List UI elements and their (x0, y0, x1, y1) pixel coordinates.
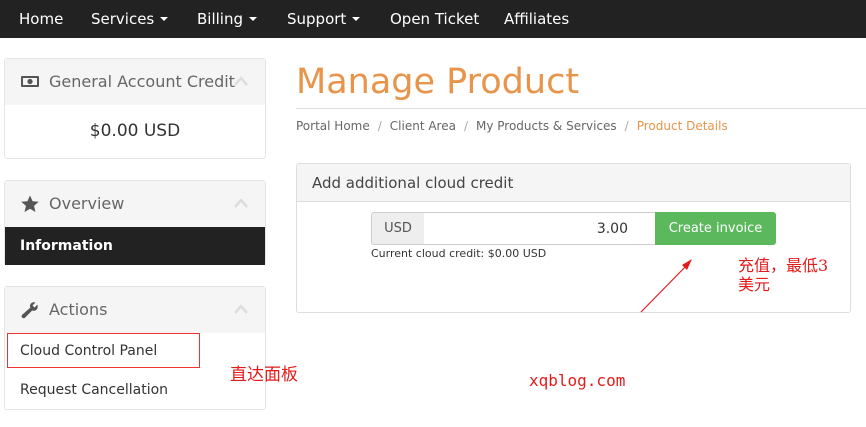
credit-amount: $0.00 USD (89, 121, 181, 141)
actions-panel-title: Actions (49, 300, 108, 319)
sidebar-item-information[interactable]: Information (5, 227, 265, 265)
top-navbar: Home Services Billing Support Open Ticke… (0, 0, 866, 38)
nav-affiliates[interactable]: Affiliates (504, 0, 569, 38)
annotation-arrow-icon (640, 259, 692, 313)
chevron-up-icon[interactable] (233, 75, 249, 87)
current-credit-text: Current cloud credit: $0.00 USD (371, 247, 547, 260)
actions-panel-header[interactable]: Actions (5, 287, 265, 333)
card-title: Add additional cloud credit (297, 164, 850, 202)
overview-panel-header[interactable]: Overview (5, 181, 265, 227)
annotation-topup-note: 充值，最低3 美元 (738, 256, 828, 294)
sidebar-item-request-cancellation[interactable]: Request Cancellation (20, 382, 168, 398)
page-title: Manage Product (296, 62, 580, 102)
title-divider (296, 108, 866, 109)
overview-panel: Overview Information (4, 180, 266, 265)
breadcrumb-client-area[interactable]: Client Area (390, 119, 456, 133)
nav-support-label: Support (287, 10, 347, 28)
annotation-topup-line2: 美元 (738, 275, 771, 294)
watermark-text: xqblog.com (529, 371, 626, 390)
chevron-down-icon (160, 16, 169, 21)
star-icon (21, 195, 39, 212)
credit-panel: General Account Credit $0.00 USD (4, 58, 266, 159)
amount-input[interactable] (424, 212, 656, 245)
credit-panel-title: General Account Credit (49, 72, 235, 91)
annotation-panel-note: 直达面板 (230, 365, 298, 385)
create-invoice-button[interactable]: Create invoice (655, 212, 776, 245)
currency-addon: USD (371, 212, 425, 245)
chevron-up-icon[interactable] (233, 303, 249, 315)
money-icon (21, 76, 39, 87)
chevron-down-icon (352, 16, 361, 21)
wrench-icon (21, 302, 38, 319)
chevron-up-icon[interactable] (233, 197, 249, 209)
breadcrumb: Portal Home / Client Area / My Products & Se… (296, 119, 728, 133)
breadcrumb-product-details: Product Details (636, 119, 728, 133)
chevron-down-icon (249, 16, 257, 21)
nav-billing[interactable]: Billing (197, 0, 257, 38)
nav-services[interactable]: Services (91, 0, 169, 38)
nav-services-label: Services (91, 10, 155, 28)
nav-billing-label: Billing (197, 10, 243, 28)
credit-panel-header[interactable]: General Account Credit (5, 59, 265, 105)
breadcrumb-portal-home[interactable]: Portal Home (296, 119, 370, 133)
annotation-highlight-box (7, 333, 200, 368)
annotation-topup-line1: 充值，最低3 (738, 256, 829, 275)
nav-support[interactable]: Support (287, 0, 361, 38)
nav-home[interactable]: Home (19, 0, 63, 38)
overview-panel-title: Overview (49, 194, 125, 213)
nav-open-ticket[interactable]: Open Ticket (390, 0, 479, 38)
breadcrumb-products-services[interactable]: My Products & Services (476, 119, 617, 133)
